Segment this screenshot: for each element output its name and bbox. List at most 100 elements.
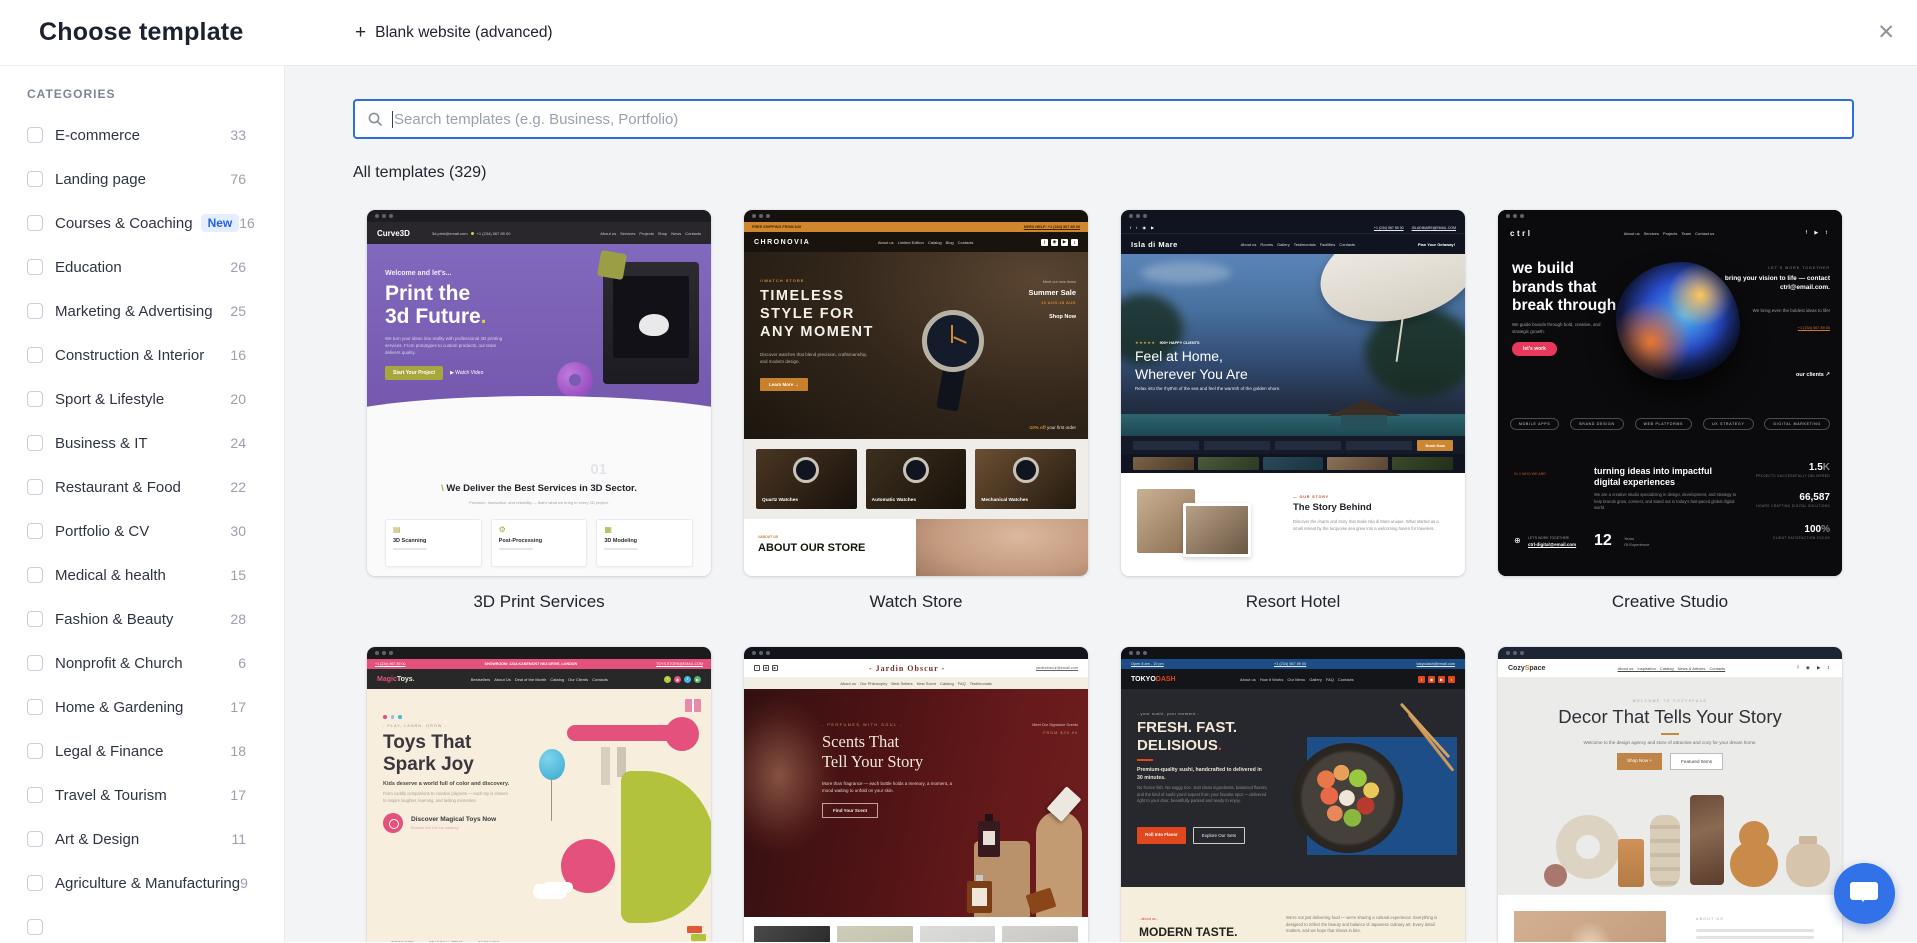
booking-field [1133, 441, 1199, 450]
category-item[interactable]: Construction & Interior 16 [0, 333, 284, 377]
category-item[interactable]: Portfolio & CV 30 [0, 509, 284, 553]
category-checkbox[interactable] [27, 787, 43, 803]
template-thumbnail-creative-studio[interactable]: ctrl About us Services Projects Team Con… [1498, 210, 1842, 576]
category-checkbox[interactable] [27, 479, 43, 495]
category-count: 6 [238, 655, 246, 671]
product-card: Quartz Watches [756, 449, 857, 509]
template-name: 3D Print Services [367, 592, 711, 612]
category-checkbox[interactable] [27, 743, 43, 759]
template-card: CozySpace About us Inspiration Catalog N… [1498, 647, 1842, 942]
mini-cta-secondary: Explore Our Sets [1193, 827, 1245, 844]
template-thumbnail-watch-store[interactable]: FREE SHIPPING FROM $49 NEED HELP: +1 (23… [744, 210, 1088, 576]
category-checkbox[interactable] [27, 523, 43, 539]
cloud-art [533, 885, 567, 899]
hero-title: Scents ThatTell Your Story [822, 732, 923, 772]
category-item[interactable]: Home & Gardening 17 [0, 685, 284, 729]
search-input[interactable] [394, 111, 1840, 128]
hero-title: Feel at Home,Wherever You Are [1135, 348, 1248, 383]
showroom-note: SHOWROOM: 123A KANEMONT NK3 DRIVE, LONDO… [485, 662, 578, 666]
template-thumbnail-magictoys[interactable]: +1 (234) 567 89 00 SHOWROOM: 123A KANEMO… [367, 647, 711, 942]
toy-icon [383, 813, 403, 833]
book-now-button: Book Now [1417, 440, 1453, 451]
clients-link: our clients ↗ [1796, 372, 1830, 378]
category-item[interactable]: Courses & Coaching New 16 [0, 201, 284, 245]
mini-navbar: MagicToys. Bestsellers About Us Deal of … [367, 669, 711, 689]
category-checkbox[interactable] [27, 831, 43, 847]
template-thumbnail-cozyspace[interactable]: CozySpace About us Inspiration Catalog N… [1498, 647, 1842, 942]
blank-website-button[interactable]: + Blank website (advanced) [355, 0, 553, 65]
category-checkbox[interactable] [27, 215, 43, 231]
category-checkbox[interactable] [27, 127, 43, 143]
stat-block: 100% CLIENT SATISFACTION FOCUS [1773, 524, 1830, 540]
category-item[interactable]: Restaurant & Food 22 [0, 465, 284, 509]
category-item[interactable]: Landing page 76 [0, 157, 284, 201]
story-body: Discover the charm and story that make I… [1293, 519, 1445, 532]
category-label: Nonprofit & Church [55, 655, 183, 672]
search-box[interactable] [353, 99, 1854, 139]
category-label: Fashion & Beauty [55, 611, 173, 628]
right-kicker: LET'S WORK TOGETHER [1768, 266, 1830, 270]
social-icons: f◉ t▶ [664, 676, 701, 683]
category-checkbox[interactable] [27, 875, 43, 891]
hero-body: From cuddly companions to creative plays… [383, 791, 511, 804]
cta-title: Discover Magical Toys Now [411, 816, 496, 823]
template-thumbnail-jardin-obscur[interactable]: f◉▶ - Jardin Obscur - jardinobscur@email… [744, 647, 1088, 942]
balloon-string [551, 779, 552, 821]
category-item[interactable]: Business & IT 24 [0, 421, 284, 465]
mini-email: TOYS.STORE@EMAIL.COM [656, 662, 703, 666]
story-kicker: — OUR STORY [1293, 495, 1329, 499]
search-icon [367, 111, 383, 127]
hero-kicker: - your sushi, your moment - [1137, 711, 1199, 716]
close-icon[interactable]: ✕ [1871, 0, 1901, 65]
service-box: ⚙ Post-Processing [491, 519, 588, 567]
category-item[interactable]: Travel & Tourism 17 [0, 773, 284, 817]
category-checkbox[interactable] [27, 435, 43, 451]
category-label: Landing page [55, 171, 146, 188]
template-thumbnail-3d-print[interactable]: Curve3D 3d.print@email.com +1 (234) 567 … [367, 210, 711, 576]
hero-kicker: Welcome and let's... [385, 270, 452, 277]
category-checkbox[interactable] [27, 919, 43, 935]
clients-note: 900+ HAPPY CLIENTS [1160, 341, 1200, 345]
category-item[interactable]: E-commerce 33 [0, 113, 284, 157]
hero-body: More than fragrance — each bottle holds … [822, 781, 964, 795]
category-checkbox[interactable] [27, 171, 43, 187]
category-item[interactable]: Legal & Finance 18 [0, 729, 284, 773]
category-item[interactable]: Education 26 [0, 245, 284, 289]
template-thumbnail-resort-hotel[interactable]: f t ◉ ▶ +1 (234) 567 89 00 ISLADIMARE@EM… [1121, 210, 1465, 576]
category-checkbox[interactable] [27, 567, 43, 583]
category-item[interactable]: Medical & health 15 [0, 553, 284, 597]
category-label: Travel & Tourism [55, 787, 167, 804]
stat-block: 1.5K PROJECTS SUCCESSFULLY DELIVERED [1756, 462, 1830, 478]
template-thumbnail-tokyodash[interactable]: Open 8 am - 10 pm +1 (234) 567 89 00 tok… [1121, 647, 1465, 942]
who-title: turning ideas into impactfuldigital expe… [1594, 466, 1712, 488]
category-item[interactable]: Fashion & Beauty 28 [0, 597, 284, 641]
category-item[interactable]: Nonprofit & Church 6 [0, 641, 284, 685]
category-checkbox[interactable] [27, 391, 43, 407]
photo-strip [744, 917, 1088, 942]
category-checkbox[interactable] [27, 347, 43, 363]
category-item[interactable]: Marketing & Advertising 25 [0, 289, 284, 333]
category-item[interactable]: Agriculture & Manufacturing 9 [0, 861, 284, 905]
mini-nav-links: About us Limited Edition Catalog Blog Co… [878, 240, 974, 245]
category-checkbox[interactable] [27, 259, 43, 275]
modal-header: Choose template + Blank website (advance… [0, 0, 1917, 66]
cube-art [597, 250, 627, 280]
category-checkbox[interactable] [27, 303, 43, 319]
pink-circle-art [561, 839, 615, 893]
category-checkbox[interactable] [27, 611, 43, 627]
cta-sub: Browse the full toy catalog! [411, 825, 496, 830]
mini-email: tokyodash@email.com [1417, 662, 1455, 666]
template-grid: Curve3D 3d.print@email.com +1 (234) 567 … [367, 210, 1854, 942]
category-checkbox[interactable] [27, 699, 43, 715]
category-item[interactable]: Sport & Lifestyle 20 [0, 377, 284, 421]
hero-lead: Premium-quality sushi, handcrafted to de… [1137, 767, 1269, 782]
category-checkbox[interactable] [27, 655, 43, 671]
chat-widget-button[interactable] [1834, 863, 1895, 924]
category-item[interactable]: Art & Design 11 [0, 817, 284, 861]
category-item[interactable] [0, 905, 284, 942]
template-card: Open 8 am - 10 pm +1 (234) 567 89 00 tok… [1121, 647, 1465, 942]
service-icon: ▦ [604, 526, 685, 534]
vase-art [1690, 795, 1724, 885]
template-card: f t ◉ ▶ +1 (234) 567 89 00 ISLADIMARE@EM… [1121, 210, 1465, 647]
announcement-bar: +1 (234) 567 89 00 SHOWROOM: 123A KANEMO… [367, 659, 711, 669]
